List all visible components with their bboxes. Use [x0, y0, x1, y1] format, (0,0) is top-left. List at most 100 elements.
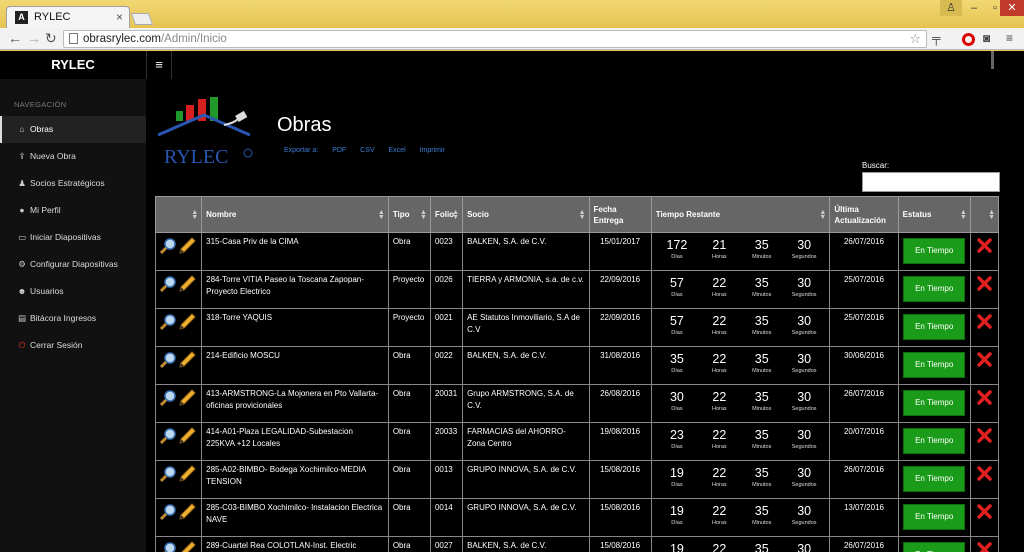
camera-extension-icon[interactable]: ◙ [983, 31, 990, 45]
edit-pencil-icon[interactable] [179, 503, 196, 520]
status-button[interactable]: En Tiempo [903, 314, 966, 340]
print-link[interactable]: Imprimir [420, 147, 445, 154]
timer-hours-value: 22 [712, 314, 727, 328]
header-tipo[interactable]: Tipo ▲ ▼ [387, 196, 431, 233]
view-magnifier-icon[interactable] [160, 237, 177, 254]
sidebar-item-obras[interactable]: ⌂ Obras [0, 116, 146, 143]
search-input[interactable] [862, 172, 1000, 192]
opera-extension-icon[interactable] [962, 33, 975, 46]
delete-icon[interactable] [977, 466, 992, 481]
header-estatus[interactable]: Estatus ▲ ▼ [897, 196, 971, 233]
sidebar-item-bitácora-ingresos[interactable]: ▤ Bitácora Ingresos [0, 305, 146, 332]
delete-icon[interactable] [977, 352, 992, 367]
header-fecha-entrega[interactable]: Fecha Entrega [588, 196, 652, 233]
header-socio[interactable]: Socio ▲ ▼ [462, 196, 590, 233]
table-row[interactable]: 318-Torre YAQUIS Proyecto 0021 AE Statutos … [154, 308, 1000, 347]
hamburger-icon[interactable]: ≡ [146, 51, 172, 79]
sidebar-item-socios-estratégicos[interactable]: ♟ Socios Estratégicos [0, 170, 146, 197]
status-button[interactable]: En Tiempo [903, 466, 966, 492]
table-row[interactable]: 413-ARMSTRONG-La Mojonera en Pto Vallart… [154, 384, 1000, 423]
delete-icon[interactable] [977, 428, 992, 443]
table-row[interactable]: 214-Edificio MOSCU Obra 0022 BALKEN, S.A. d… [154, 346, 1000, 385]
header-actions[interactable]: ▲ ▼ [154, 196, 203, 233]
table-row[interactable]: 315-Casa Priv de la CIMA Obra 0023 BALKEN, … [154, 232, 1000, 271]
profile-icon[interactable]: ♙ [940, 0, 962, 16]
cell-nombre: 318-Torre YAQUIS [201, 308, 389, 347]
header-tiempo-restante[interactable]: Tiempo Restante ▲ ▼ [650, 196, 831, 233]
cell-socio: TIERRA y ARMONIA, s.a. de c.v. [462, 270, 590, 309]
header-delete[interactable]: ▲ ▼ [969, 196, 1000, 233]
table-row[interactable]: 285-A02-BIMBO- Bodega Xochimilco-MEDIA T… [154, 460, 1000, 499]
sidebar-item-nueva-obra[interactable]: ⇪ Nueva Obra [0, 143, 146, 170]
sidebar-item-usuarios[interactable]: ☻ Usuarios [0, 278, 146, 305]
status-button[interactable]: En Tiempo [903, 238, 966, 264]
edit-pencil-icon[interactable] [179, 237, 196, 254]
bookmark-star-icon[interactable]: ☆ [909, 31, 921, 47]
view-magnifier-icon[interactable] [160, 389, 177, 406]
timer-days: 35 Días [659, 352, 695, 375]
status-button[interactable]: En Tiempo [903, 504, 966, 530]
cell-tipo: Obra [387, 498, 431, 537]
view-magnifier-icon[interactable] [160, 313, 177, 330]
status-button[interactable]: En Tiempo [903, 542, 966, 552]
delete-icon[interactable] [977, 390, 992, 405]
export-csv-link[interactable]: CSV [360, 147, 374, 154]
cell-ultima-actualizacion: 26/07/2016 [829, 384, 899, 423]
table-row[interactable]: 289-Cuartel Rea COLOTLAN-Inst. Electric O… [154, 536, 1000, 552]
export-pdf-link[interactable]: PDF [332, 147, 346, 154]
header-nombre[interactable]: Nombre ▲ ▼ [201, 196, 389, 233]
status-button[interactable]: En Tiempo [903, 352, 966, 378]
view-magnifier-icon[interactable] [160, 427, 177, 444]
sidebar-item-iniciar-diapositivas[interactable]: ▭ Iniciar Diapositivas [0, 224, 146, 251]
timer-seconds-label: Segundos [791, 292, 817, 298]
edit-pencil-icon[interactable] [179, 465, 196, 482]
edit-pencil-icon[interactable] [179, 427, 196, 444]
minimize-button[interactable]: – [962, 0, 986, 16]
sidebar-item-mi-perfil[interactable]: ● Mi Perfil [0, 197, 146, 224]
sidebar: NAVEGACIÓN ⌂ Obras ⇪ Nueva Obra ♟ Socios Estr… [0, 79, 146, 552]
edit-pencil-icon[interactable] [179, 275, 196, 292]
back-arrow-icon[interactable]: ← [8, 30, 22, 46]
row-actions [154, 460, 203, 499]
tab-close-icon[interactable]: × [116, 10, 123, 24]
forward-arrow-icon[interactable]: → [27, 30, 41, 46]
browser-menu-icon[interactable]: ≡ [1006, 31, 1013, 45]
view-magnifier-icon[interactable] [160, 351, 177, 368]
delete-icon[interactable] [977, 238, 992, 253]
pin-extension-icon[interactable]: ╤ [932, 31, 941, 45]
cell-folio: 20031 [429, 384, 464, 423]
delete-icon[interactable] [977, 542, 992, 552]
edit-pencil-icon[interactable] [179, 389, 196, 406]
edit-pencil-icon[interactable] [179, 541, 196, 552]
header-folio[interactable]: Folio ▲ ▼ [429, 196, 464, 233]
url-input[interactable]: obrasrylec.com/Admin/Inicio ☆ [63, 30, 927, 48]
table-row[interactable]: 414-A01-Plaza LEGALIDAD-Subestacion 225K… [154, 422, 1000, 461]
sidebar-item-cerrar-sesión[interactable]: ⏻ Cerrar Sesión [0, 332, 146, 359]
view-magnifier-icon[interactable] [160, 465, 177, 482]
status-button[interactable]: En Tiempo [903, 390, 966, 416]
favicon-icon: A [15, 11, 28, 24]
reload-icon[interactable]: ↻ [45, 30, 57, 46]
table-row[interactable]: 284-Torre VITIA Paseo la Toscana Zapopan… [154, 270, 1000, 309]
sidebar-item-configurar-diapositivas[interactable]: ⚙ Configurar Diapositivas [0, 251, 146, 278]
timer-hours-label: Horas [711, 444, 727, 450]
status-button[interactable]: En Tiempo [903, 428, 966, 454]
delete-icon[interactable] [977, 504, 992, 519]
status-button[interactable]: En Tiempo [903, 276, 966, 302]
new-tab-button[interactable] [130, 13, 154, 25]
export-excel-link[interactable]: Excel [389, 147, 406, 154]
edit-pencil-icon[interactable] [179, 313, 196, 330]
edit-pencil-icon[interactable] [179, 351, 196, 368]
view-magnifier-icon[interactable] [160, 275, 177, 292]
view-magnifier-icon[interactable] [160, 541, 177, 552]
brand-name[interactable]: RYLEC [0, 51, 146, 79]
browser-tab[interactable]: A RYLEC × [6, 6, 130, 28]
timer-minutes-label: Minutos [752, 444, 772, 450]
delete-icon[interactable] [977, 276, 992, 291]
delete-icon[interactable] [977, 314, 992, 329]
close-window-button[interactable]: ✕ [1000, 0, 1024, 16]
header-ultima-actualizacion[interactable]: Última Actualización [829, 196, 899, 233]
view-magnifier-icon[interactable] [160, 503, 177, 520]
scrollbar[interactable] [991, 51, 994, 69]
table-row[interactable]: 285-C03-BIMBO Xochimilco- Instalacion El… [154, 498, 1000, 537]
